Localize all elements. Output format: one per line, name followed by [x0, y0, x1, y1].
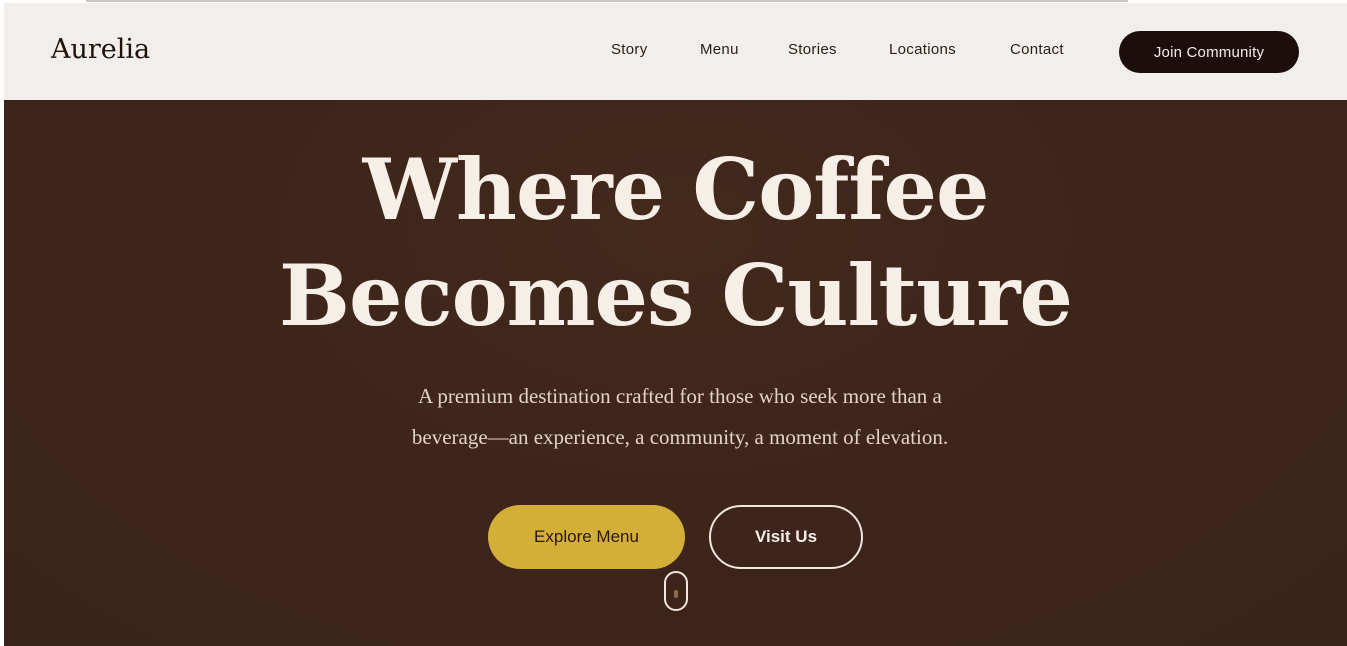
- nav-item-menu[interactable]: Menu: [700, 41, 739, 58]
- nav-item-story[interactable]: Story: [611, 41, 648, 58]
- hero-subtitle: A premium destination crafted for those …: [411, 384, 949, 449]
- browser-top-edge: [86, 0, 1128, 2]
- nav-item-stories[interactable]: Stories: [788, 41, 837, 58]
- join-community-button[interactable]: Join Community: [1119, 31, 1299, 73]
- mouse-scroll-icon[interactable]: [664, 571, 688, 611]
- hero-headline-line-2: Becomes Culture: [279, 246, 1073, 345]
- hero-headline: Where Coffee Becomes Culture: [4, 137, 1347, 349]
- explore-menu-button[interactable]: Explore Menu: [488, 505, 685, 569]
- hero-headline-line-1: Where Coffee: [362, 140, 990, 239]
- nav-item-contact[interactable]: Contact: [1010, 41, 1064, 58]
- scroll-wheel-dot: [674, 590, 678, 598]
- nav-item-locations[interactable]: Locations: [889, 41, 956, 58]
- brand-logo[interactable]: Aurelia: [51, 34, 150, 65]
- page-viewport: EST. 2024 · ARTISANAL COFFEE CULTURE Whe…: [4, 3, 1347, 646]
- top-navigation-bar: Aurelia Story Menu Stories Locations Con…: [4, 3, 1347, 100]
- visit-us-button[interactable]: Visit Us: [709, 505, 863, 569]
